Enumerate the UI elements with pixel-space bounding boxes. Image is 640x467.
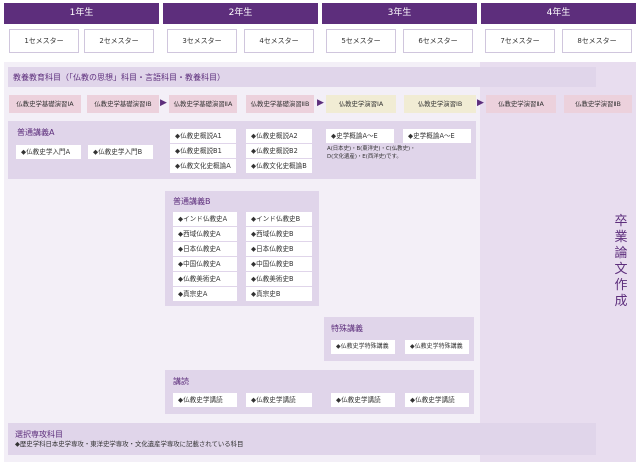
seminar-basic-1a: 仏教史学基礎演習ⅠA	[9, 95, 81, 113]
course-box: ◆真宗史B	[246, 287, 312, 301]
special-lecture-title: 特殊講義	[331, 324, 363, 333]
seminar-2b: 仏教史学演習ⅡB	[564, 95, 632, 113]
course-box: ◆仏教史学講読	[405, 393, 469, 407]
course-box: ◆仏教美術史B	[246, 272, 312, 286]
course-box: ◆仏教史概説B2	[246, 144, 312, 158]
graduation-thesis-label: 卒 業 論 文 作 成	[614, 214, 628, 309]
course-box: ◆史学概論A～E	[326, 129, 394, 143]
course-box: ◆中国仏教史B	[246, 257, 312, 271]
general-education-title: 教養教育科目（「仏教の思想」科目・言語科目・教養科目）	[13, 73, 225, 82]
seminar-1b: 仏教史学演習ⅠB	[404, 95, 476, 113]
course-box: ◆インド仏教史B	[246, 212, 312, 226]
elective-title: 選択専攻科目	[15, 430, 63, 439]
course-box: ◆日本仏教史A	[173, 242, 237, 256]
elective-band	[8, 423, 596, 455]
semester-5: 5セメスター	[326, 29, 396, 53]
seminar-basic-2a: 仏教史学基礎演習ⅡA	[169, 95, 237, 113]
seminar-basic-1b: 仏教史学基礎演習ⅠB	[87, 95, 159, 113]
arrow-right-icon: ▶	[160, 98, 167, 108]
lecture-b-title: 普通講義B	[173, 197, 211, 206]
course-box: ◆インド仏教史A	[173, 212, 237, 226]
course-box: ◆仏教史学入門A	[16, 145, 81, 159]
seminar-1a: 仏教史学演習ⅠA	[326, 95, 396, 113]
elective-text: ◆歴史学科日本史学専攻・東洋史学専攻・文化遺産学専攻に記載されている科目	[15, 440, 244, 448]
course-box: ◆仏教史学入門B	[88, 145, 153, 159]
course-box: ◆西域仏教史A	[173, 227, 237, 241]
history-overview-note-2: D(文化遺産)・E(西洋史)です。	[327, 154, 402, 160]
semester-1: 1セメスター	[9, 29, 79, 53]
year-header-2: 2年生	[163, 3, 318, 24]
year-header-4: 4年生	[481, 3, 636, 24]
course-box: ◆仏教文化史概論A	[170, 159, 236, 173]
year-header-1: 1年生	[4, 3, 159, 24]
course-box: ◆仏教文化史概論B	[246, 159, 312, 173]
course-box: ◆史学概論A～E	[403, 129, 471, 143]
lecture-a-title: 普通講義A	[17, 128, 55, 137]
semester-2: 2セメスター	[84, 29, 154, 53]
course-box: ◆仏教史学講読	[331, 393, 395, 407]
arrow-right-icon: ▶	[317, 98, 324, 108]
course-box: ◆仏教史学講読	[246, 393, 312, 407]
semester-6: 6セメスター	[403, 29, 473, 53]
semester-3: 3セメスター	[167, 29, 237, 53]
course-box: ◆西域仏教史B	[246, 227, 312, 241]
semester-8: 8セメスター	[562, 29, 632, 53]
reading-band	[165, 370, 474, 414]
reading-title: 講読	[173, 377, 189, 386]
course-box: ◆仏教美術史A	[173, 272, 237, 286]
course-box: ◆真宗史A	[173, 287, 237, 301]
seminar-2a: 仏教史学演習ⅡA	[486, 95, 556, 113]
seminar-basic-2b: 仏教史学基礎演習ⅡB	[246, 95, 314, 113]
course-box: ◆仏教史概説B1	[170, 144, 236, 158]
course-box: ◆仏教史概説A1	[170, 129, 236, 143]
year-header-3: 3年生	[322, 3, 477, 24]
course-box: ◆中国仏教史A	[173, 257, 237, 271]
course-box: ◆仏教史学特殊講義	[405, 340, 469, 354]
course-box: ◆仏教史概説A2	[246, 129, 312, 143]
semester-7: 7セメスター	[485, 29, 555, 53]
semester-4: 4セメスター	[244, 29, 314, 53]
arrow-right-icon: ▶	[477, 98, 484, 108]
course-box: ◆仏教史学特殊講義	[331, 340, 395, 354]
course-box: ◆仏教史学講読	[173, 393, 237, 407]
course-box: ◆日本仏教史B	[246, 242, 312, 256]
